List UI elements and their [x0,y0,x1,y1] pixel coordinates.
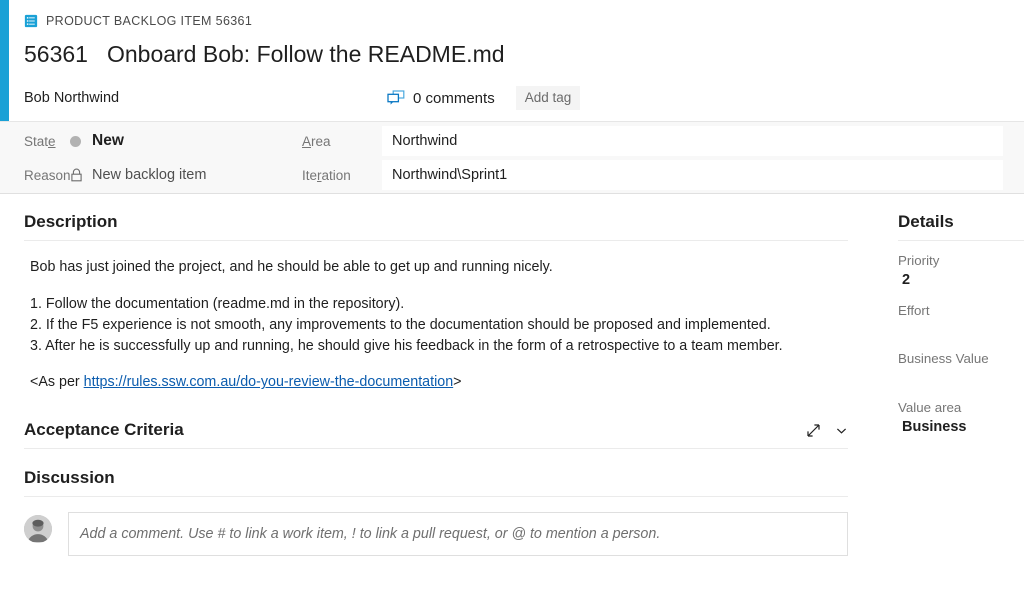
iteration-path-input[interactable]: Northwind\Sprint1 [382,160,1003,190]
collapse-button[interactable] [835,424,848,437]
rule-link[interactable]: https://rules.ssw.com.au/do-you-review-t… [84,374,454,390]
work-item-main-column: Description Bob has just joined the proj… [0,194,880,608]
state-value-label: New [92,132,124,149]
business-value-label: Business Value [898,351,989,367]
backlog-item-icon [24,14,38,28]
description-step: 2. If the F5 experience is not smooth, a… [30,316,771,333]
state-circle-icon [70,135,81,147]
discussion-header: Discussion [24,468,848,498]
reason-field-value[interactable]: New backlog item [70,167,302,183]
lock-icon [71,168,82,182]
comments-count-label: 0 comments [413,89,495,107]
breadcrumb: PRODUCT BACKLOG ITEM 56361 [24,10,1024,32]
expand-button[interactable] [806,423,821,438]
work-item-fields-band: State New Area Northwind Reason New back… [0,121,1024,194]
description-section: Description Bob has just joined the proj… [24,194,880,393]
add-tag-button[interactable]: Add tag [515,85,581,111]
state-field-value[interactable]: New [70,132,302,150]
discussion-section: Discussion Add a comment. Use # to link … [24,449,880,557]
comments-link[interactable]: 0 comments [387,90,495,107]
effort-label: Effort [898,302,930,318]
reason-value-label: New backlog item [92,167,207,183]
work-item-type-color-bar [0,0,9,121]
description-step: 1. Follow the documentation (readme.md i… [30,295,405,312]
reason-field-label: Reason [24,167,71,183]
iteration-field-label: Iteration [302,167,351,183]
avatar[interactable] [24,515,52,544]
description-content[interactable]: Bob has just joined the project, and he … [24,241,869,393]
business-value-value[interactable] [898,369,1024,388]
comment-placeholder: Add a comment. Use # to link a work item… [80,526,661,543]
description-header: Description [24,212,848,241]
description-steps: 1. Follow the documentation (readme.md i… [30,294,869,357]
acceptance-criteria-actions [806,423,848,438]
detail-field-priority: Priority 2 [898,251,1024,291]
field-row-reason-iteration: Reason New backlog item Iteration Northw… [0,158,1024,192]
description-step: 3. After he is successfully up and runni… [30,337,783,354]
work-item-body: Description Bob has just joined the proj… [0,194,1024,608]
priority-label: Priority [898,253,940,268]
user-avatar-icon [24,515,52,544]
work-item-page: PRODUCT BACKLOG ITEM 56361 56361 Onboard… [0,0,1024,608]
assigned-to-name[interactable]: Bob Northwind [24,90,387,106]
rule-suffix: > [453,374,462,391]
acceptance-criteria-header: Acceptance Criteria [24,420,848,450]
value-area-value[interactable]: Business [898,418,1024,438]
effort-value[interactable] [898,320,1024,339]
detail-field-value-area: Value area Business [898,398,1024,438]
work-item-title-row: 56361 Onboard Bob: Follow the README.md [24,41,1024,68]
work-item-header: PRODUCT BACKLOG ITEM 56361 56361 Onboard… [0,0,1024,121]
acceptance-criteria-section: Acceptance Criteria [24,409,880,450]
area-field-label: Area [302,133,331,149]
chevron-down-icon [836,428,847,434]
add-comment-row: Add a comment. Use # to link a work item… [24,512,880,557]
state-field-label: State [24,133,56,149]
comments-icon [387,90,405,105]
discussion-heading: Discussion [24,468,115,488]
details-heading: Details [898,194,1024,241]
detail-field-business-value: Business Value [898,349,1024,388]
detail-field-effort: Effort [898,301,1024,340]
area-path-input[interactable]: Northwind [382,126,1003,156]
work-item-id: 56361 [24,41,88,67]
description-heading: Description [24,212,118,231]
comment-input[interactable]: Add a comment. Use # to link a work item… [68,512,848,557]
acceptance-criteria-heading: Acceptance Criteria [24,420,184,440]
value-area-label: Value area [898,400,962,416]
rule-prefix: <As per [30,374,84,391]
work-item-meta-row: Bob Northwind 0 comments Add tag [24,84,1024,112]
expand-icon [807,424,820,437]
field-row-state-area: State New Area Northwind [0,124,1024,158]
details-panel: Details Priority 2 Effort Business Value… [880,194,1024,608]
description-rule-reference: <As per https://rules.ssw.com.au/do-you-… [30,372,869,393]
priority-value[interactable]: 2 [898,271,1024,291]
description-paragraph: Bob has just joined the project, and he … [30,259,553,275]
work-item-title[interactable]: Onboard Bob: Follow the README.md [107,41,505,68]
breadcrumb-label[interactable]: PRODUCT BACKLOG ITEM 56361 [46,14,252,28]
